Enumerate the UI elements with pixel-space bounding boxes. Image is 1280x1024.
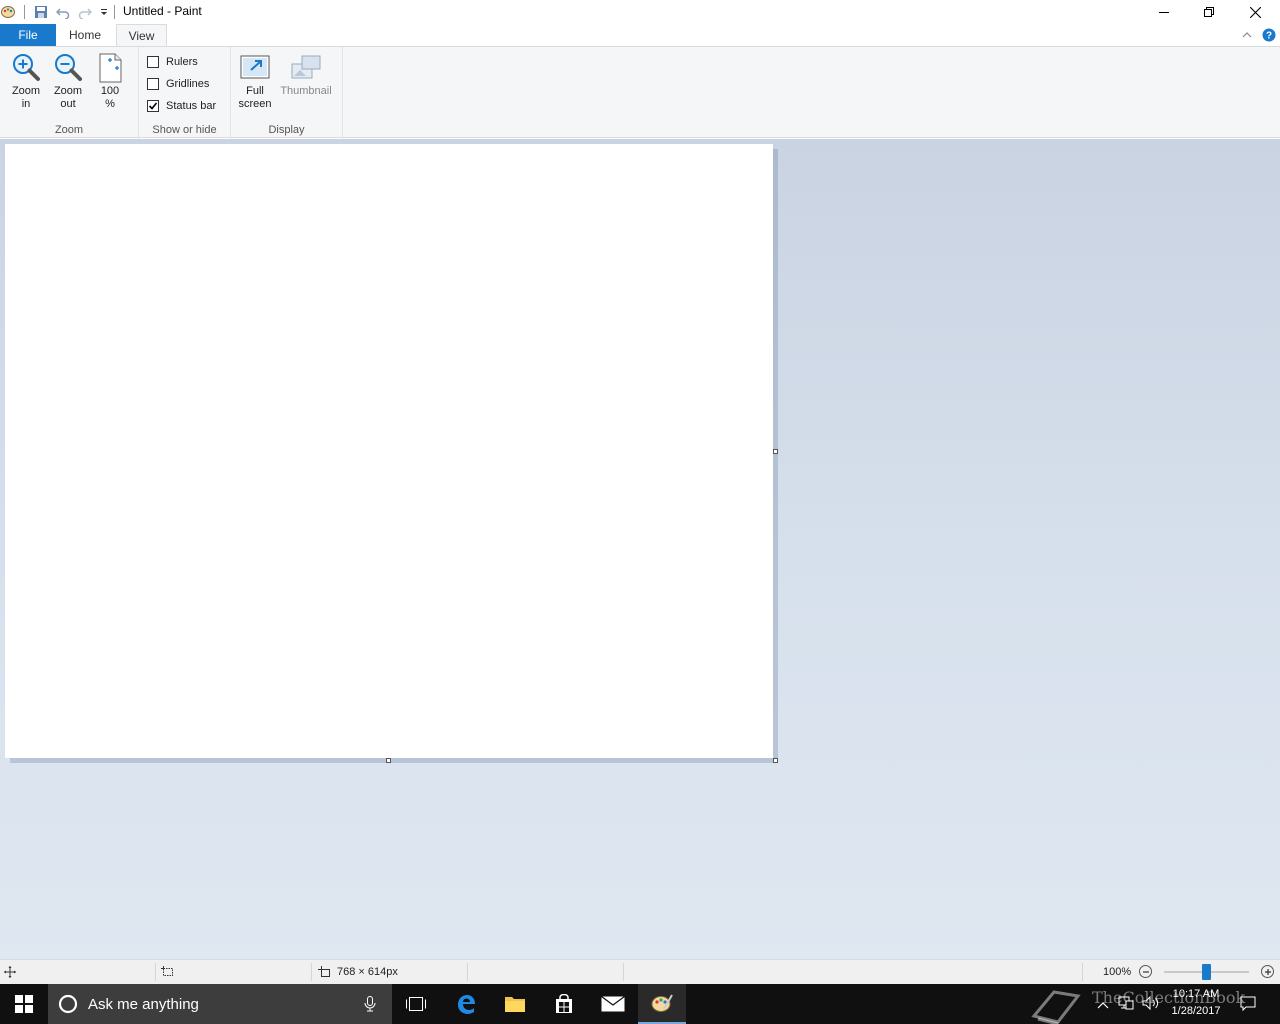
- page-100-icon: [94, 51, 126, 85]
- clock-time[interactable]: 10:17 AM: [1166, 988, 1226, 1000]
- mail-icon: [601, 996, 625, 1012]
- qat-separator: [24, 5, 25, 19]
- microphone-icon[interactable]: [364, 996, 376, 1015]
- cortana-search-box[interactable]: Ask me anything: [48, 984, 392, 1024]
- rulers-label: Rulers: [166, 56, 198, 68]
- actual-size-label: 100 %: [100, 85, 120, 110]
- zoom-group-label: Zoom: [54, 124, 84, 136]
- restore-button[interactable]: [1186, 0, 1232, 24]
- customize-qat-icon[interactable]: [96, 4, 112, 20]
- resize-handle-bottom[interactable]: [386, 758, 391, 763]
- rulers-check-box[interactable]: [147, 56, 159, 68]
- title-bar: Untitled - Paint: [0, 0, 1280, 24]
- status-bar-label: Status bar: [166, 100, 217, 112]
- display-group-label: Display: [268, 124, 305, 136]
- redo-icon[interactable]: [77, 4, 93, 20]
- status-divider: [467, 963, 468, 981]
- resize-handle-right[interactable]: [773, 449, 778, 454]
- canvas-workspace[interactable]: [0, 139, 1280, 959]
- zoom-group: Zoom in Zoom out 100 % Zoom: [0, 47, 139, 139]
- cursor-position-icon: [4, 960, 16, 984]
- thumbnail-icon: [290, 51, 322, 85]
- status-divider: [311, 963, 312, 981]
- zoom-in-label: Zoom in: [11, 85, 41, 110]
- file-explorer-button[interactable]: [491, 984, 539, 1024]
- svg-text:?: ?: [1266, 31, 1272, 42]
- qat-separator: [114, 5, 115, 19]
- store-button[interactable]: [540, 984, 588, 1024]
- start-button[interactable]: [0, 984, 48, 1024]
- drawing-canvas[interactable]: [5, 144, 773, 758]
- status-bar: 768 × 614px 100%: [0, 959, 1280, 984]
- full-screen-icon: [239, 51, 271, 85]
- image-size-icon: [318, 960, 331, 984]
- resize-handle-corner[interactable]: [773, 758, 778, 763]
- gridlines-checkbox[interactable]: Gridlines: [147, 78, 209, 90]
- ribbon-tabs: File Home View ?: [0, 24, 1280, 47]
- paint-icon: [651, 994, 673, 1012]
- volume-icon[interactable]: [1142, 995, 1160, 1013]
- paint-taskbar-button[interactable]: [638, 984, 686, 1024]
- save-icon[interactable]: [33, 4, 49, 20]
- help-icon[interactable]: ?: [1262, 28, 1276, 42]
- actual-size-button[interactable]: 100 %: [93, 51, 127, 111]
- undo-icon[interactable]: [55, 4, 71, 20]
- action-center-icon[interactable]: [1240, 996, 1256, 1015]
- thumbnail-label: Thumbnail: [280, 85, 332, 97]
- zoom-out-small-button[interactable]: [1139, 965, 1152, 978]
- zoom-in-button[interactable]: Zoom in: [8, 51, 44, 111]
- cortana-icon: [58, 994, 78, 1017]
- status-divider: [1082, 963, 1083, 981]
- search-placeholder: Ask me anything: [88, 996, 199, 1013]
- edge-icon: [458, 995, 475, 1014]
- store-bag-icon: [556, 994, 572, 1013]
- windows-logo-icon: [15, 995, 33, 1013]
- zoom-out-icon: [52, 51, 84, 85]
- paint-app-icon[interactable]: [0, 4, 16, 20]
- folder-icon: [505, 997, 525, 1012]
- tab-view[interactable]: View: [116, 24, 167, 47]
- network-icon[interactable]: [1118, 996, 1134, 1013]
- full-screen-button[interactable]: Full screen: [235, 51, 275, 111]
- zoom-out-button[interactable]: Zoom out: [50, 51, 86, 111]
- show-hide-group-label: Show or hide: [152, 124, 217, 136]
- zoom-level-text: 100%: [1103, 966, 1132, 978]
- tab-file[interactable]: File: [0, 24, 56, 46]
- rulers-checkbox[interactable]: Rulers: [147, 56, 198, 68]
- minimize-button[interactable]: [1141, 0, 1187, 24]
- selection-size-icon: [161, 960, 174, 984]
- checkmark-icon: [148, 102, 158, 110]
- edge-browser-button[interactable]: [442, 984, 490, 1024]
- image-size-text: 768 × 614px: [337, 966, 398, 978]
- zoom-slider-thumb[interactable]: [1202, 964, 1211, 980]
- show-hidden-icons-icon[interactable]: [1097, 998, 1109, 1012]
- zoom-in-small-button[interactable]: [1261, 965, 1274, 978]
- tab-home[interactable]: Home: [60, 24, 110, 46]
- task-view-icon: [406, 997, 426, 1011]
- gridlines-label: Gridlines: [166, 78, 210, 90]
- full-screen-label: Full screen: [238, 85, 272, 110]
- status-divider: [623, 963, 624, 981]
- status-bar-check-box[interactable]: [147, 100, 159, 112]
- zoom-in-icon: [10, 51, 42, 85]
- minimize-ribbon-icon[interactable]: [1240, 28, 1254, 42]
- mail-button[interactable]: [589, 984, 637, 1024]
- zoom-out-label: Zoom out: [53, 85, 83, 110]
- thumbnail-button[interactable]: Thumbnail: [277, 51, 335, 98]
- ribbon-panel: Zoom in Zoom out 100 % Zoom Show or hide…: [0, 46, 1280, 139]
- clock-date[interactable]: 1/28/2017: [1166, 1005, 1226, 1017]
- close-button[interactable]: [1232, 0, 1278, 24]
- window-title: Untitled - Paint: [123, 4, 202, 18]
- display-group: Full screen Thumbnail Display: [231, 47, 343, 139]
- windows-taskbar: Ask me anything TheCollectionBook 10:17 …: [0, 984, 1280, 1024]
- watermark-book-icon: [1030, 986, 1082, 1024]
- status-bar-checkbox[interactable]: Status bar: [147, 100, 216, 112]
- gridlines-check-box[interactable]: [147, 78, 159, 90]
- status-divider: [155, 963, 156, 981]
- task-view-button[interactable]: [392, 984, 440, 1024]
